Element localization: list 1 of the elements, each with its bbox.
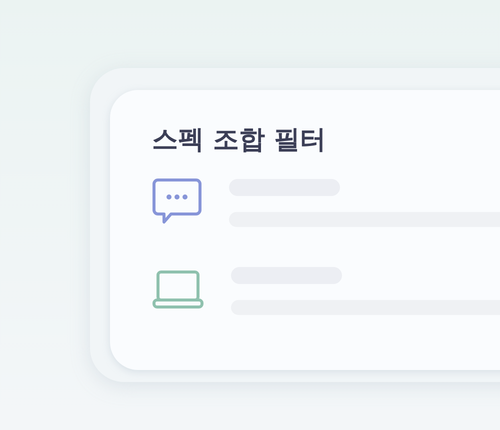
card-title: 스펙 조합 필터 (152, 124, 326, 156)
